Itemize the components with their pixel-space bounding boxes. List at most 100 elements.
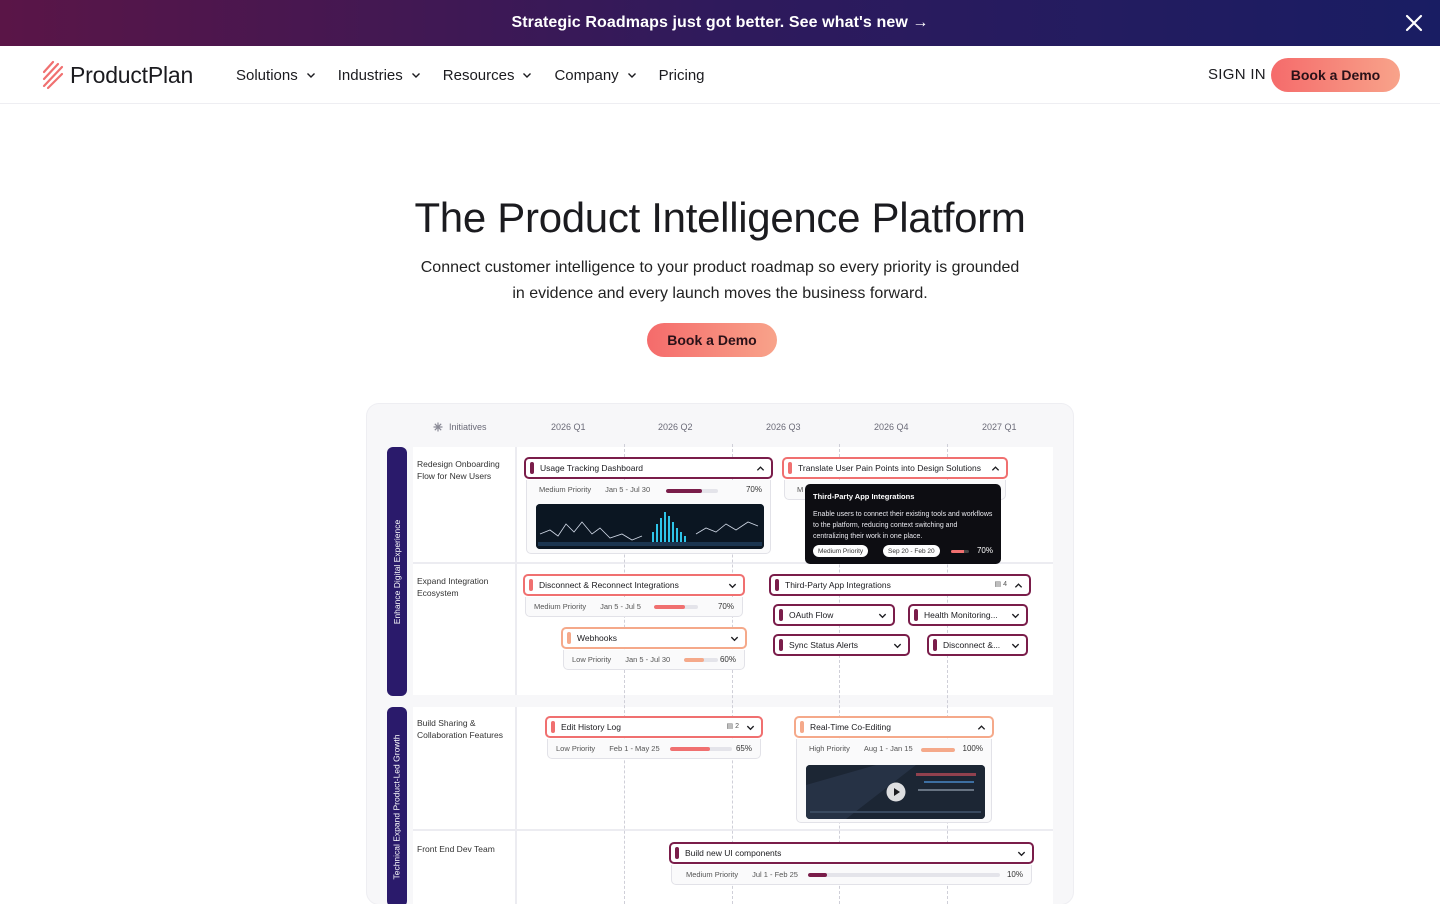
date-range: Jan 5 - Jul 30 <box>605 485 651 494</box>
tooltip-priority: Medium Priority <box>813 545 869 557</box>
date-range: Jul 1 - Feb 25 <box>752 870 798 879</box>
chevron-down-icon <box>627 73 636 78</box>
nav-item-company[interactable]: Company <box>554 67 636 84</box>
chevron-down-icon[interactable] <box>1011 641 1020 650</box>
progress-percent: 100% <box>962 744 983 753</box>
bar-title: Third-Party App Integrations <box>785 580 891 590</box>
tooltip-progress-bar <box>951 550 969 553</box>
initiatives-header: Initiatives <box>433 422 487 432</box>
bar-details: Low Priority Jan 5 - Jul 30 60% <box>563 650 745 670</box>
row-title: Expand Integration Ecosystem <box>417 576 489 598</box>
roadmap-bar-realtime-coediting[interactable]: Real-Time Co-Editing <box>794 716 994 738</box>
dashboard-screenshot <box>536 504 764 549</box>
chevron-down-icon[interactable] <box>1011 611 1020 620</box>
date-range: Jan 5 - Jul 30 <box>625 655 671 664</box>
nav-book-demo-button[interactable]: Book a Demo <box>1271 58 1400 92</box>
nav-menu: Solutions Industries Resources Company P… <box>236 46 727 104</box>
brand-name: ProductPlan <box>70 61 194 88</box>
progress-percent: 60% <box>719 655 736 664</box>
main-nav: ProductPlan Solutions Industries Resourc… <box>0 46 1440 104</box>
roadmap-bar-third-party-integrations[interactable]: Third-Party App Integrations ▤ 4 <box>769 574 1031 596</box>
quarter-label: 2026 Q2 <box>658 422 693 432</box>
bar-title: Edit History Log <box>561 722 621 732</box>
bar-details: Medium Priority Jul 1 - Feb 25 10% <box>671 865 1032 885</box>
roadmap-bar-disconnect-reconnect[interactable]: Disconnect & Reconnect Integrations <box>523 574 745 596</box>
nav-label: Industries <box>337 66 403 84</box>
chevron-down-icon[interactable] <box>893 641 902 650</box>
chevron-down-icon[interactable] <box>878 611 887 620</box>
video-thumbnail[interactable] <box>806 765 985 819</box>
chevron-down-icon <box>523 73 532 78</box>
progress-bar <box>684 657 718 662</box>
progress-percent: 65% <box>735 744 752 753</box>
quarter-label: 2027 Q1 <box>982 422 1017 432</box>
bar-title: Disconnect &... <box>943 640 1001 650</box>
roadmap-bar-build-ui-components[interactable]: Build new UI components <box>669 842 1034 864</box>
bar-details: High Priority Aug 1 - Jan 15 100% <box>796 739 992 823</box>
bar-details: Low Priority Feb 1 - May 25 65% <box>547 739 761 759</box>
asterisk-icon <box>433 422 443 432</box>
chevron-down-icon[interactable] <box>746 723 755 732</box>
nav-item-pricing[interactable]: Pricing <box>659 67 705 84</box>
progress-bar <box>670 746 732 751</box>
brand-logo[interactable]: ProductPlan <box>42 60 193 90</box>
roadmap-subbar-health-monitoring[interactable]: Health Monitoring... <box>908 604 1028 626</box>
nav-label: Pricing <box>658 66 705 84</box>
productplan-logo-icon <box>42 60 64 90</box>
bar-title: Sync Status Alerts <box>789 640 858 650</box>
roadmap-tooltip: Third-Party App Integrations Enable user… <box>805 484 1001 564</box>
column-divider <box>515 707 517 904</box>
announcement-link[interactable]: Strategic Roadmaps just got better. See … <box>511 14 928 32</box>
play-icon[interactable] <box>886 782 906 802</box>
row-divider <box>413 829 1053 831</box>
chevron-up-icon[interactable] <box>1014 581 1023 590</box>
date-range: Jan 5 - Jul 5 <box>600 602 641 611</box>
bar-title: Usage Tracking Dashboard <box>540 463 644 473</box>
bar-details: Medium Priority Jan 5 - Jul 30 70% <box>526 480 771 554</box>
chevron-up-icon[interactable] <box>756 464 765 473</box>
chevron-down-icon[interactable] <box>1017 849 1026 858</box>
lane-enhance-digital-experience[interactable]: Enhance Digital Experience <box>387 447 407 696</box>
roadmap-subbar-oauth-flow[interactable]: OAuth Flow <box>773 604 895 626</box>
priority-label: Low Priority <box>556 744 596 753</box>
roadmap-bar-usage-tracking[interactable]: Usage Tracking Dashboard <box>524 457 773 479</box>
roadmap-subbar-sync-status-alerts[interactable]: Sync Status Alerts <box>773 634 910 656</box>
roadmap-bar-edit-history-log[interactable]: Edit History Log ▤ 2 <box>545 716 763 738</box>
progress-bar <box>808 872 1000 877</box>
nav-item-resources[interactable]: Resources <box>443 67 533 84</box>
progress-bar <box>654 604 698 609</box>
roadmap-bar-translate-pain-points[interactable]: Translate User Pain Points into Design S… <box>782 457 1008 479</box>
chevron-down-icon[interactable] <box>728 581 737 590</box>
nav-item-solutions[interactable]: Solutions <box>236 67 316 84</box>
bar-title: OAuth Flow <box>789 610 834 620</box>
initiatives-label: Initiatives <box>449 422 487 432</box>
hero-subtitle: Connect customer intelligence to your pr… <box>420 259 1020 302</box>
sign-in-link[interactable]: SIGN IN <box>1208 66 1266 83</box>
chevron-up-icon[interactable] <box>991 464 1000 473</box>
close-icon[interactable] <box>1402 11 1426 35</box>
hero-book-demo-button[interactable]: Book a Demo <box>647 323 777 357</box>
subitem-count-badge: ▤ 4 <box>994 581 1007 588</box>
roadmap-subbar-disconnect[interactable]: Disconnect &... <box>927 634 1028 656</box>
row-title: Redesign Onboarding Flow for New Users <box>417 459 500 481</box>
progress-percent: 10% <box>1006 870 1023 879</box>
roadmap-bar-webhooks[interactable]: Webhooks <box>561 627 747 649</box>
row-title: Build Sharing & Collaboration Features <box>417 718 503 740</box>
priority-label: Medium Priority <box>686 870 739 879</box>
tooltip-title: Third-Party App Integrations <box>813 492 915 501</box>
nav-item-industries[interactable]: Industries <box>338 67 421 84</box>
announcement-bar: Strategic Roadmaps just got better. See … <box>0 0 1440 46</box>
bar-title: Translate User Pain Points into Design S… <box>798 463 981 473</box>
priority-label: High Priority <box>809 744 850 753</box>
lane-product-led-growth[interactable]: Technical Expand Product-Led Growth <box>387 707 407 904</box>
analytics-chart-image <box>536 504 764 549</box>
subitem-count-badge: ▤ 2 <box>726 723 739 730</box>
chevron-up-icon[interactable] <box>977 723 986 732</box>
bar-title: Disconnect & Reconnect Integrations <box>539 580 679 590</box>
roadmap-preview: Initiatives 2026 Q1 2026 Q2 2026 Q3 2026… <box>367 404 1073 904</box>
chevron-down-icon[interactable] <box>730 634 739 643</box>
priority-label: Medium Priority <box>539 485 592 494</box>
nav-label: Solutions <box>236 66 298 84</box>
nav-label: Resources <box>442 66 515 84</box>
bar-title: Build new UI components <box>685 848 782 858</box>
